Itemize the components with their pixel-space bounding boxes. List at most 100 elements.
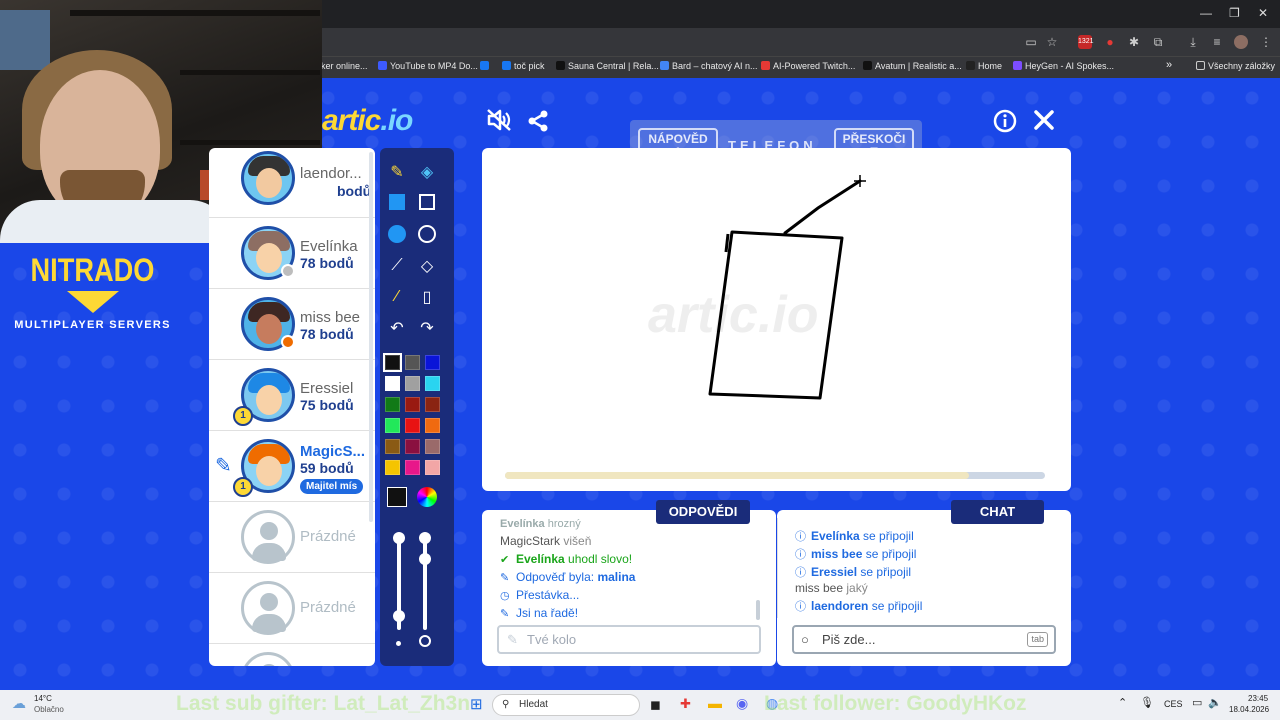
color-swatch[interactable]: [385, 376, 400, 391]
bookmark-item[interactable]: HeyGen - AI Spokes...: [1013, 61, 1114, 71]
discord-icon[interactable]: ◉: [736, 695, 748, 712]
profile-avatar-icon[interactable]: [1234, 35, 1248, 49]
close-window-icon[interactable]: ✕: [1258, 6, 1268, 20]
bookmarks-more[interactable]: »: [1166, 59, 1172, 71]
pencil-icon: ✎: [507, 632, 518, 647]
bookmark-item[interactable]: toč pick: [502, 61, 545, 71]
extension-badge-icon[interactable]: 1321: [1078, 35, 1094, 49]
file-explorer-icon[interactable]: ▬: [708, 695, 722, 711]
filled-circle-tool-icon[interactable]: [385, 222, 409, 246]
color-swatch[interactable]: [405, 460, 420, 475]
all-bookmarks[interactable]: Všechny záložky: [1196, 61, 1275, 71]
bookmark-item[interactable]: Sauna Central | Rela...: [556, 61, 659, 71]
current-color[interactable]: [385, 485, 409, 509]
color-swatch[interactable]: [425, 460, 440, 475]
tab-chat[interactable]: CHAT: [951, 500, 1044, 524]
restore-icon[interactable]: ❐: [1229, 6, 1240, 20]
clock-date[interactable]: 18.04.2026: [1229, 705, 1269, 714]
bookmark-star-icon[interactable]: ☆: [1045, 35, 1059, 49]
extension-pin-icon[interactable]: ✱: [1127, 35, 1141, 49]
tab-answers[interactable]: ODPOVĚDI: [656, 500, 750, 524]
slider-handle[interactable]: [393, 532, 405, 544]
weather-icon[interactable]: ☁: [12, 695, 26, 712]
bookmark-item[interactable]: AI-Powered Twitch...: [761, 61, 855, 71]
color-swatch[interactable]: [385, 460, 400, 475]
color-swatch[interactable]: [425, 376, 440, 391]
redo-tool-icon[interactable]: ↷: [415, 316, 439, 340]
pencil-tool-icon[interactable]: ✎: [385, 160, 409, 184]
answer-input[interactable]: ✎ Tvé kolo: [497, 625, 761, 654]
bookmark-item[interactable]: Home: [966, 61, 1002, 71]
color-swatch[interactable]: [425, 439, 440, 454]
bookmark-item[interactable]: YouTube to MP4 Do...: [378, 61, 478, 71]
line-tool-icon[interactable]: ⟋: [385, 254, 409, 278]
search-icon: ○: [801, 632, 809, 647]
media-icon[interactable]: ≡: [1210, 35, 1224, 49]
sound-off-icon[interactable]: [486, 108, 512, 138]
color-swatch[interactable]: [405, 355, 420, 370]
status-dot: [281, 335, 295, 349]
color-wheel-icon[interactable]: [415, 485, 439, 509]
color-swatch[interactable]: [385, 418, 400, 433]
app-icon[interactable]: ✚: [680, 696, 691, 712]
color-swatch[interactable]: [425, 397, 440, 412]
chat-input[interactable]: ○ Piš zde... tab: [792, 625, 1056, 654]
mic-icon[interactable]: 🎙: [1140, 696, 1154, 709]
info-icon: ⓘ: [795, 531, 806, 543]
bookmark-item[interactable]: aker online...: [316, 61, 368, 71]
gartic-logo[interactable]: artic.io: [322, 104, 413, 138]
color-swatch[interactable]: [405, 418, 420, 433]
clock-icon: ◷: [500, 590, 510, 602]
eraser-tool-icon[interactable]: ◇: [415, 254, 439, 278]
task-view-icon[interactable]: ◼: [650, 697, 661, 713]
player-row[interactable]: 1 Eressiel 75 bodů: [209, 360, 375, 431]
screen-cast-icon[interactable]: ▭: [1024, 35, 1038, 49]
extension-record-icon[interactable]: ●: [1103, 35, 1117, 49]
taskbar-search[interactable]: ⚲ Hledat: [492, 694, 640, 716]
player-row[interactable]: Evelínka 78 bodů: [209, 218, 375, 289]
fill-bucket-tool-icon[interactable]: ◈: [415, 160, 439, 184]
network-icon[interactable]: ▭: [1192, 696, 1202, 709]
rect-tool-icon[interactable]: [415, 190, 439, 214]
player-row[interactable]: miss bee 78 bodů: [209, 289, 375, 360]
tray-chevron-icon[interactable]: ⌃: [1118, 696, 1127, 709]
player-row-current[interactable]: ✎ 1 MagicS... 59 bodů Majitel mís: [209, 431, 375, 502]
slider-handle[interactable]: [393, 610, 405, 622]
color-swatch[interactable]: [385, 397, 400, 412]
circle-tool-icon[interactable]: [415, 222, 439, 246]
color-swatch[interactable]: [425, 418, 440, 433]
minimize-icon[interactable]: —: [1200, 6, 1212, 20]
filled-rect-tool-icon[interactable]: [385, 190, 409, 214]
weather-temp[interactable]: 14°C: [34, 694, 52, 703]
eyedropper-tool-icon[interactable]: ⁄: [385, 285, 409, 309]
players-scrollbar[interactable]: [369, 152, 373, 522]
player-row[interactable]: laendor... bodů: [209, 148, 375, 218]
extensions-puzzle-icon[interactable]: ⧉: [1151, 35, 1165, 49]
color-swatch[interactable]: [383, 353, 402, 372]
new-page-tool-icon[interactable]: ▯: [415, 285, 439, 309]
slider-handle[interactable]: [419, 532, 431, 544]
color-swatch[interactable]: [405, 376, 420, 391]
bookmark-item[interactable]: Bard – chatový AI n...: [660, 61, 758, 71]
close-game-icon[interactable]: [1033, 109, 1055, 137]
clock-time[interactable]: 23:45: [1248, 694, 1268, 703]
menu-kebab-icon[interactable]: ⋮: [1259, 35, 1273, 49]
undo-tool-icon[interactable]: ↶: [385, 316, 409, 340]
weather-desc[interactable]: Oblačno: [34, 705, 64, 714]
bookmark-item[interactable]: [480, 61, 492, 71]
download-icon[interactable]: ⤓: [1186, 35, 1200, 49]
color-swatch[interactable]: [405, 439, 420, 454]
info-icon[interactable]: [993, 109, 1017, 139]
nitrado-arrow-icon: [66, 291, 119, 313]
player-name: MagicS...: [300, 443, 366, 460]
color-swatch[interactable]: [385, 439, 400, 454]
answers-scrollbar[interactable]: [756, 600, 760, 620]
share-icon[interactable]: [526, 109, 550, 139]
slider-handle[interactable]: [419, 553, 431, 565]
bookmark-item[interactable]: Avatum | Realistic a...: [863, 61, 962, 71]
language-indicator[interactable]: CES: [1164, 699, 1183, 709]
color-swatch[interactable]: [425, 355, 440, 370]
start-icon[interactable]: ⊞: [470, 695, 483, 713]
volume-icon[interactable]: 🔈: [1208, 696, 1222, 709]
color-swatch[interactable]: [405, 397, 420, 412]
